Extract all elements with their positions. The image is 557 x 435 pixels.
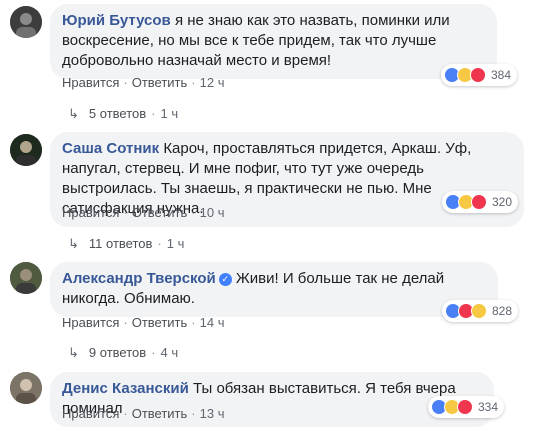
verified-badge-icon: ✓	[218, 273, 232, 286]
reactions-summary[interactable]: 334	[428, 396, 505, 418]
reply-arrow-icon: ↳	[68, 345, 79, 360]
like-link[interactable]: Нравится	[62, 315, 119, 330]
replies-count[interactable]: 9 ответов	[89, 345, 146, 360]
reaction-count: 334	[478, 400, 499, 414]
comment-author[interactable]: Денис Казанский	[62, 380, 189, 397]
reply-link[interactable]: Ответить	[132, 315, 188, 330]
separator: ·	[151, 106, 156, 121]
comment-author[interactable]: Юрий Бутусов	[62, 12, 171, 29]
view-replies-link[interactable]: ↳ 9 ответов · 4 ч	[68, 345, 178, 361]
haha-reaction-icon	[471, 303, 487, 319]
like-link[interactable]: Нравится	[62, 75, 119, 90]
comment-time[interactable]: 10 ч	[200, 205, 225, 220]
reaction-count: 320	[492, 195, 513, 209]
replies-time: 4 ч	[160, 345, 179, 360]
love-reaction-icon	[470, 67, 486, 83]
reaction-count: 828	[492, 304, 513, 318]
separator: ·	[191, 315, 196, 330]
separator: ·	[157, 236, 162, 251]
comment-bubble: Александр Тверской ✓ Живи! И больше так н…	[50, 262, 498, 317]
reply-arrow-icon: ↳	[68, 106, 79, 121]
replies-count[interactable]: 11 ответов	[89, 236, 153, 251]
replies-time: 1 ч	[166, 236, 185, 251]
comment-bubble: Юрий Бутусов я не знаю как это назвать, …	[50, 4, 497, 79]
reactions-summary[interactable]: 828	[442, 300, 519, 322]
like-link[interactable]: Нравится	[62, 406, 119, 421]
comment-author[interactable]: Александр Тверской	[62, 270, 216, 287]
separator: ·	[151, 345, 156, 360]
comment-actions: Нравится · Ответить · 10 ч	[62, 205, 225, 220]
comment-actions: Нравится · Ответить · 13 ч	[62, 406, 225, 421]
view-replies-link[interactable]: ↳ 5 ответов · 1 ч	[68, 106, 178, 122]
separator: ·	[191, 406, 196, 421]
love-reaction-icon	[471, 194, 487, 210]
comment-actions: Нравится · Ответить · 14 ч	[62, 315, 225, 330]
reaction-count: 384	[491, 68, 512, 82]
separator: ·	[123, 75, 128, 90]
comment-actions: Нравится · Ответить · 12 ч	[62, 75, 225, 90]
love-reaction-icon	[457, 399, 473, 415]
comment-author[interactable]: Саша Сотник	[62, 140, 159, 157]
replies-count[interactable]: 5 ответов	[89, 106, 146, 121]
view-replies-link[interactable]: ↳ 11 ответов · 1 ч	[68, 236, 184, 252]
separator: ·	[191, 75, 196, 90]
reply-link[interactable]: Ответить	[132, 205, 188, 220]
separator: ·	[123, 406, 128, 421]
replies-time: 1 ч	[160, 106, 179, 121]
reply-arrow-icon: ↳	[68, 236, 79, 251]
reactions-summary[interactable]: 384	[441, 64, 518, 86]
avatar[interactable]	[10, 6, 42, 38]
avatar[interactable]	[10, 134, 42, 166]
reply-link[interactable]: Ответить	[132, 75, 188, 90]
reply-link[interactable]: Ответить	[132, 406, 188, 421]
like-link[interactable]: Нравится	[62, 205, 119, 220]
avatar[interactable]	[10, 372, 42, 404]
comment-time[interactable]: 12 ч	[200, 75, 225, 90]
reactions-summary[interactable]: 320	[442, 191, 519, 213]
separator: ·	[123, 315, 128, 330]
avatar[interactable]	[10, 262, 42, 294]
separator: ·	[191, 205, 196, 220]
comment-time[interactable]: 13 ч	[200, 406, 225, 421]
comment-time[interactable]: 14 ч	[200, 315, 225, 330]
separator: ·	[123, 205, 128, 220]
